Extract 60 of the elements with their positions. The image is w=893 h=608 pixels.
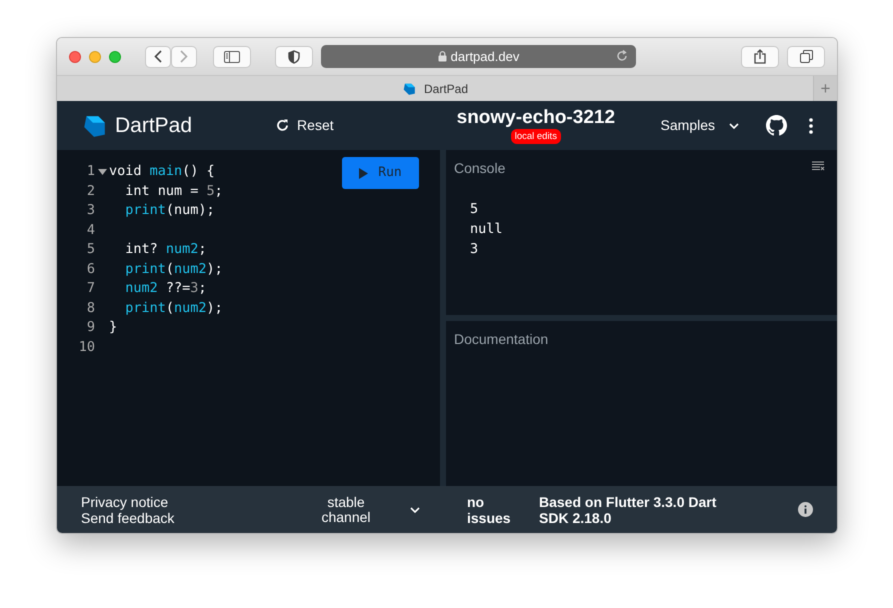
line-number: 9	[86, 318, 95, 337]
shield-icon	[288, 50, 300, 64]
code-line: print(num2);	[125, 298, 223, 318]
app-title: DartPad	[115, 112, 192, 139]
samples-dropdown[interactable]: Samples	[660, 114, 740, 137]
clear-console-icon[interactable]	[812, 161, 825, 171]
channel-dropdown[interactable]: stable channel	[305, 494, 421, 526]
line-number: 7	[86, 279, 95, 298]
line-number: 1	[86, 162, 95, 181]
code-line: print(num2);	[125, 260, 223, 278]
line-number: 3	[86, 201, 95, 220]
reload-icon[interactable]	[616, 50, 628, 62]
code-line: void main() {	[109, 162, 215, 181]
back-button[interactable]	[145, 46, 171, 68]
status-badge: local edits	[510, 128, 561, 144]
code-line: int? num2;	[125, 240, 207, 259]
dart-logo-icon	[402, 82, 416, 96]
panel-title: Console	[454, 160, 506, 176]
line-number: 2	[86, 182, 95, 200]
line-number: 8	[86, 298, 95, 318]
chevron-down-icon	[729, 122, 739, 128]
line-number: 10	[78, 338, 95, 356]
privacy-button[interactable]	[275, 46, 313, 68]
more-options-icon[interactable]	[809, 118, 813, 134]
reset-button[interactable]: Reset	[275, 114, 335, 137]
play-icon	[359, 168, 368, 178]
tabs-icon	[800, 50, 812, 63]
lock-icon	[438, 51, 447, 62]
address-bar[interactable]: dartpad.dev	[321, 45, 636, 68]
issues-status: no issues	[467, 494, 512, 526]
window-control[interactable]	[69, 50, 81, 62]
footer-link[interactable]: Privacy notice	[81, 494, 168, 510]
tab-title[interactable]: DartPad	[424, 80, 468, 98]
fold-arrow-icon[interactable]	[98, 168, 106, 175]
line-number: 6	[86, 260, 95, 278]
share-button[interactable]	[741, 46, 779, 68]
share-icon	[754, 49, 766, 64]
info-icon[interactable]	[798, 502, 813, 517]
github-icon[interactable]	[766, 115, 787, 136]
console-output: null	[470, 220, 504, 239]
code-line: num2 ??=3;	[125, 279, 207, 298]
console-output: 3	[470, 240, 480, 259]
forward-icon	[180, 50, 188, 63]
pad-name: snowy-echo-3212	[456, 106, 616, 129]
reset-icon	[276, 119, 290, 132]
panel-title: Documentation	[454, 331, 548, 347]
version-info: Based on Flutter 3.3.0 Dart SDK 2.18.0	[539, 494, 718, 526]
chevron-down-icon	[410, 506, 420, 512]
line-number: 4	[86, 220, 95, 240]
sidebar-icon	[224, 50, 240, 62]
line-number: 5	[86, 240, 95, 259]
code-line: int num = 5;	[125, 182, 223, 200]
tabs-button[interactable]	[787, 46, 825, 68]
code-line: print(num);	[125, 201, 215, 220]
code-line: }	[109, 318, 118, 337]
console-output: 5	[470, 200, 480, 219]
footer-link[interactable]: Send feedback	[81, 510, 221, 526]
run-button[interactable]: Run	[342, 157, 419, 189]
back-icon	[154, 50, 162, 63]
sidebar-button[interactable]	[213, 46, 251, 68]
